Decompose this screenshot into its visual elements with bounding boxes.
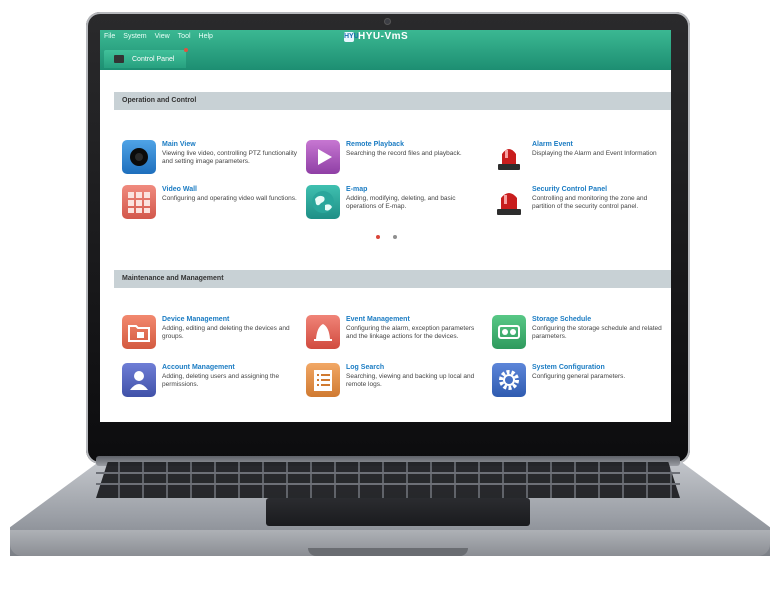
touchpad <box>266 498 530 526</box>
menu-tool[interactable]: Tool <box>178 33 191 40</box>
keyboard-row-divider <box>96 483 680 485</box>
tile-title: Alarm Event <box>532 141 573 148</box>
tile-title: Device Management <box>162 316 230 323</box>
tile-description: Adding, editing and deleting the devices… <box>162 325 290 340</box>
tile-main-view[interactable]: Main View Viewing live video, controllin… <box>122 140 307 180</box>
map-icon <box>306 185 340 219</box>
section-title: Operation and Control <box>122 97 197 104</box>
control-panel-icon <box>114 55 124 63</box>
menu-file[interactable]: File <box>104 33 115 40</box>
user-icon <box>122 363 156 397</box>
tile-description: Adding, deleting users and assigning the… <box>162 373 280 388</box>
tab-label: Control Panel <box>132 55 175 63</box>
security-siren-icon <box>492 185 526 219</box>
app-title: HYU-VmS <box>358 31 409 42</box>
app-logo-icon: HYU <box>344 31 359 42</box>
tile-security-control-panel[interactable]: Security Control Panel Controlling and m… <box>492 185 671 225</box>
tile-title: System Configuration <box>532 364 605 371</box>
bell-icon <box>306 315 340 349</box>
storage-icon <box>492 315 526 349</box>
tile-description: Adding, modifying, deleting, and basic o… <box>346 195 456 210</box>
tile-description: Controlling and monitoring the zone and … <box>532 195 648 210</box>
tile-title: Remote Playback <box>346 141 404 148</box>
title-bar: File System View Tool Help HYU HYU-VmS C… <box>100 30 671 70</box>
camera-view-icon <box>122 140 156 174</box>
app-window: File System View Tool Help HYU HYU-VmS C… <box>100 30 671 422</box>
tile-video-wall[interactable]: Video Wall Configuring and operating vid… <box>122 185 307 225</box>
tile-title: Video Wall <box>162 186 198 193</box>
tile-device-management[interactable]: Device Management Adding, editing and de… <box>122 315 307 355</box>
tile-account-management[interactable]: Account Management Adding, deleting user… <box>122 363 307 403</box>
tab-close-icon[interactable] <box>184 48 188 52</box>
pager-dot[interactable] <box>393 235 397 239</box>
app-brand: HYU HYU-VmS <box>344 31 408 42</box>
menu-bar: File System View Tool Help <box>104 33 213 40</box>
section-maintenance-management: Maintenance and Management <box>114 270 671 288</box>
tile-system-configuration[interactable]: System Configuration Configuring general… <box>492 363 671 403</box>
play-icon <box>306 140 340 174</box>
section-title: Maintenance and Management <box>122 275 224 282</box>
tile-title: Log Search <box>346 364 385 371</box>
tile-title: Security Control Panel <box>532 186 608 193</box>
tile-description: Displaying the Alarm and Event Informati… <box>532 150 657 157</box>
pager-dot-active[interactable] <box>376 235 380 239</box>
tile-log-search[interactable]: Log Search Searching, viewing and backin… <box>306 363 491 403</box>
menu-system[interactable]: System <box>123 33 146 40</box>
tab-control-panel[interactable]: Control Panel <box>104 48 188 68</box>
alarm-siren-icon <box>492 140 526 174</box>
tile-description: Searching the record files and playback. <box>346 150 462 157</box>
tile-title: Event Management <box>346 316 410 323</box>
tile-event-management[interactable]: Event Management Configuring the alarm, … <box>306 315 491 355</box>
keyboard <box>96 462 680 498</box>
tile-title: Main View <box>162 141 196 148</box>
menu-help[interactable]: Help <box>199 33 213 40</box>
log-list-icon <box>306 363 340 397</box>
menu-view[interactable]: View <box>155 33 170 40</box>
video-wall-grid-icon <box>122 185 156 219</box>
tile-description: Viewing live video, controlling PTZ func… <box>162 150 298 165</box>
tile-description: Configuring and operating video wall fun… <box>162 195 297 202</box>
tile-description: Searching, viewing and backing up local … <box>346 373 475 388</box>
tile-title: Storage Schedule <box>532 316 592 323</box>
laptop-notch <box>308 548 468 556</box>
section-operation-control: Operation and Control <box>114 92 671 110</box>
keyboard-row-divider <box>96 472 680 474</box>
tile-description: Configuring general parameters. <box>532 373 626 380</box>
tile-description: Configuring the alarm, exception paramet… <box>346 325 475 340</box>
tile-alarm-event[interactable]: Alarm Event Displaying the Alarm and Eve… <box>492 140 671 180</box>
gear-icon <box>492 363 526 397</box>
tile-storage-schedule[interactable]: Storage Schedule Configuring the storage… <box>492 315 671 355</box>
device-folder-icon <box>122 315 156 349</box>
tile-remote-playback[interactable]: Remote Playback Searching the record fil… <box>306 140 491 180</box>
tile-e-map[interactable]: E-map Adding, modifying, deleting, and b… <box>306 185 491 225</box>
tile-description: Configuring the storage schedule and rel… <box>532 325 662 340</box>
tile-title: E-map <box>346 186 368 193</box>
webcam <box>384 18 391 25</box>
tile-title: Account Management <box>162 364 235 371</box>
